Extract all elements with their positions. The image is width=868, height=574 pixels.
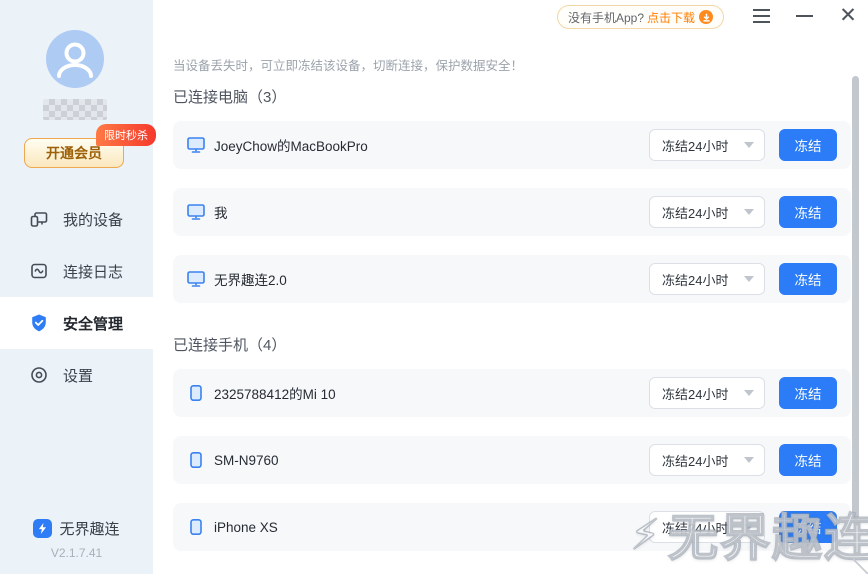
device-name: JoeyChow的MacBookPro bbox=[214, 135, 368, 155]
device-row: SM-N9760 冻结24小时 冻结 bbox=[173, 436, 851, 484]
menu-button[interactable] bbox=[751, 6, 771, 26]
device-row: 无界趣连2.0 冻结24小时 冻结 bbox=[173, 255, 851, 303]
freeze-duration-select[interactable]: 冻结24小时 bbox=[649, 263, 765, 295]
chevron-down-icon bbox=[744, 209, 754, 215]
freeze-button[interactable]: 冻结 bbox=[779, 129, 837, 161]
phone-icon bbox=[187, 385, 205, 401]
section-title-computers: 已连接电脑（3） bbox=[173, 86, 286, 107]
download-pill-link: 点击下载 bbox=[647, 9, 695, 26]
close-button[interactable]: ✕ bbox=[838, 6, 858, 26]
freeze-button[interactable]: 冻结 bbox=[779, 196, 837, 228]
chevron-down-icon bbox=[744, 142, 754, 148]
sidebar: 开通会员 限时秒杀 我的设备 bbox=[0, 0, 153, 574]
chevron-down-icon bbox=[744, 524, 754, 530]
app-logo-icon bbox=[33, 519, 52, 538]
settings-icon bbox=[29, 365, 49, 385]
device-row: 2325788412的Mi 10 冻结24小时 冻结 bbox=[173, 369, 851, 417]
freeze-button[interactable]: 冻结 bbox=[779, 444, 837, 476]
security-tip: 当设备丢失时，可立即冻结该设备，切断连接，保护数据安全！ bbox=[173, 55, 523, 74]
app-name: 无界趣连 bbox=[59, 518, 119, 539]
section-title-phones: 已连接手机（4） bbox=[173, 334, 286, 355]
connection-log-icon bbox=[29, 261, 49, 281]
devices-icon bbox=[29, 209, 49, 229]
avatar[interactable] bbox=[46, 30, 104, 88]
brand: 无界趣连 bbox=[0, 518, 153, 539]
shield-check-icon bbox=[29, 313, 49, 333]
sidebar-item-label: 安全管理 bbox=[63, 313, 123, 334]
resize-handle-icon[interactable] bbox=[853, 559, 868, 574]
computer-icon bbox=[187, 137, 205, 153]
phone-icon bbox=[187, 519, 205, 535]
app-version: V2.1.7.41 bbox=[0, 546, 153, 560]
sidebar-item-my-devices[interactable]: 我的设备 bbox=[0, 193, 153, 245]
chevron-down-icon bbox=[744, 457, 754, 463]
vip-area: 开通会员 限时秒杀 bbox=[24, 138, 124, 168]
freeze-button[interactable]: 冻结 bbox=[779, 377, 837, 409]
sidebar-item-label: 设置 bbox=[63, 365, 93, 386]
phone-icon bbox=[187, 452, 205, 468]
sidebar-item-label: 连接日志 bbox=[63, 261, 123, 282]
minimize-button[interactable] bbox=[794, 6, 814, 26]
freeze-button[interactable]: 冻结 bbox=[779, 511, 837, 543]
freeze-duration-select[interactable]: 冻结24小时 bbox=[649, 444, 765, 476]
chevron-down-icon bbox=[744, 390, 754, 396]
freeze-duration-select[interactable]: 冻结24小时 bbox=[649, 196, 765, 228]
sidebar-menu: 我的设备 连接日志 安全管理 bbox=[0, 193, 153, 401]
scrollbar[interactable] bbox=[852, 76, 859, 520]
device-name: 我 bbox=[214, 202, 228, 222]
username-censored bbox=[43, 99, 107, 120]
device-row: 我 冻结24小时 冻结 bbox=[173, 188, 851, 236]
computer-icon bbox=[187, 271, 205, 287]
sidebar-item-settings[interactable]: 设置 bbox=[0, 349, 153, 401]
download-app-button[interactable]: 没有手机App? 点击下载 bbox=[557, 5, 724, 29]
device-row: JoeyChow的MacBookPro 冻结24小时 冻结 bbox=[173, 121, 851, 169]
freeze-duration-select[interactable]: 冻结24小时 bbox=[649, 377, 765, 409]
sidebar-item-label: 我的设备 bbox=[63, 209, 123, 230]
sidebar-footer: 无界趣连 V2.1.7.41 bbox=[0, 518, 153, 560]
device-row: iPhone XS 冻结24小时 冻结 bbox=[173, 503, 851, 551]
device-name: 无界趣连2.0 bbox=[214, 269, 287, 289]
app-window: 开通会员 限时秒杀 我的设备 bbox=[0, 0, 868, 574]
user-icon bbox=[46, 30, 104, 88]
download-icon bbox=[699, 10, 713, 24]
freeze-duration-select[interactable]: 冻结24小时 bbox=[649, 511, 765, 543]
device-name: iPhone XS bbox=[214, 520, 278, 535]
computer-icon bbox=[187, 204, 205, 220]
freeze-duration-select[interactable]: 冻结24小时 bbox=[649, 129, 765, 161]
device-name: 2325788412的Mi 10 bbox=[214, 383, 336, 403]
download-pill-text: 没有手机App? bbox=[568, 9, 644, 26]
device-name: SM-N9760 bbox=[214, 453, 279, 468]
sidebar-item-security[interactable]: 安全管理 bbox=[0, 297, 153, 349]
sidebar-item-connection-log[interactable]: 连接日志 bbox=[0, 245, 153, 297]
freeze-button[interactable]: 冻结 bbox=[779, 263, 837, 295]
chevron-down-icon bbox=[744, 276, 754, 282]
vip-badge: 限时秒杀 bbox=[96, 124, 156, 146]
